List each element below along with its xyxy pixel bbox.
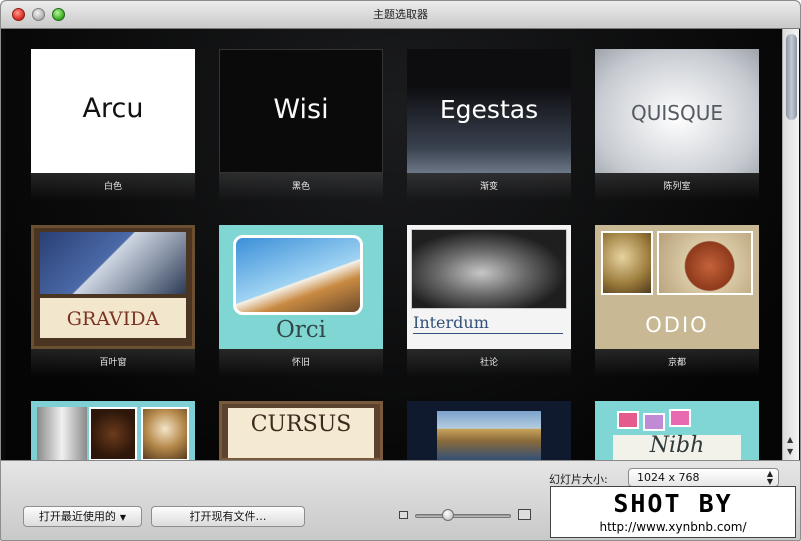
flower-photo-1 [617,411,639,429]
theme-title: ODIO [645,313,709,337]
theme-thumbnail-editorial[interactable]: Interdum [407,225,571,349]
flower-photo-2 [643,413,665,431]
building-photo [40,232,186,294]
theme-thumbnail-vintage[interactable]: Orci [219,225,383,349]
open-existing-button[interactable]: 打开现有文件… [151,506,305,527]
theme-title: CURSUS [250,412,352,437]
theme-chooser-window: 主题选取器 Arcu 白色 Wisi 黑色 Egestas 渐变 QUISQUE… [0,0,801,541]
open-recent-label: 打开最近使用的 [38,510,116,523]
surfboard-photo [233,235,363,315]
theme-gallery: Arcu 白色 Wisi 黑色 Egestas 渐变 QUISQUE 陈列室 G… [5,29,782,460]
theme-title: Interdum [413,313,489,332]
coastal-town-photo [437,411,541,460]
slide-size-select[interactable]: 1024 x 768 ▲ ▼ [628,468,779,487]
scrollbar-thumb[interactable] [786,34,797,120]
scroll-up-arrow-icon[interactable]: ▲ [787,435,793,444]
title-rule [413,333,563,334]
thumbnail-size-slider[interactable] [415,514,511,518]
watermark-url: http://www.xynbnb.com/ [599,520,747,534]
theme-label: 黑色 [291,182,310,192]
theme-title: GRAVIDA [66,308,160,330]
theme-thumbnail-black[interactable]: Wisi [219,49,383,173]
flower-photo-3 [669,409,691,427]
theme-thumbnail-showroom[interactable]: QUISQUE [595,49,759,173]
theme-thumbnail-kyoto[interactable]: ODIO [595,225,759,349]
theme-title: Egestas [439,95,539,124]
theme-thumbnail-gradient[interactable]: Egestas [407,49,571,173]
scroll-down-arrow-icon[interactable]: ▼ [787,447,793,456]
open-existing-label: 打开现有文件… [189,510,267,523]
theme-title: Arcu [82,93,144,124]
select-updown-icon: ▲ ▼ [766,469,773,486]
theme-title: Nibh [649,433,705,458]
theme-thumbnail-coastal[interactable] [407,401,571,460]
theme-label: 白色 [103,182,122,192]
canister-photo [37,407,87,460]
coffee-beans-photo [89,407,137,460]
title-bar[interactable]: 主题选取器 [1,1,800,29]
vertical-scrollbar[interactable]: ▲ ▼ [782,29,799,460]
theme-thumbnail-blinds[interactable]: GRAVIDA [31,225,195,349]
large-thumbnail-icon [518,509,531,520]
theme-thumbnail-nibh[interactable]: Nibh [595,401,759,460]
portrait-photo [411,229,567,309]
window-title: 主题选取器 [373,8,428,21]
small-thumbnail-icon [399,511,408,519]
theme-label: 陈列室 [663,182,691,192]
chevron-down-icon: ▼ [119,513,127,522]
theme-thumbnail-cursus[interactable]: CURSUS [219,401,383,460]
theme-label: 京都 [667,358,686,368]
theme-thumbnail-coffee[interactable] [31,401,195,460]
theme-label: 怀旧 [291,358,310,368]
slide-size-value: 1024 x 768 [637,471,700,484]
watermark-title: SHOT BY [613,489,733,518]
theme-title: Orci [275,317,327,343]
slider-knob[interactable] [442,509,454,521]
teapot-photo [657,231,753,295]
watermark: SHOT BY http://www.xynbnb.com/ [550,486,796,538]
open-recent-button[interactable]: 打开最近使用的 ▼ [23,506,142,527]
theme-title: QUISQUE [631,101,723,125]
tea-photo-left [601,231,653,295]
theme-thumbnail-white[interactable]: Arcu [31,49,195,173]
cup-photo [141,407,189,460]
theme-label: 渐变 [479,182,498,192]
slide-size-label: 幻灯片大小: [549,473,608,486]
theme-label: 社论 [479,358,498,368]
theme-title: Wisi [273,94,329,125]
theme-label: 百叶窗 [99,358,127,368]
